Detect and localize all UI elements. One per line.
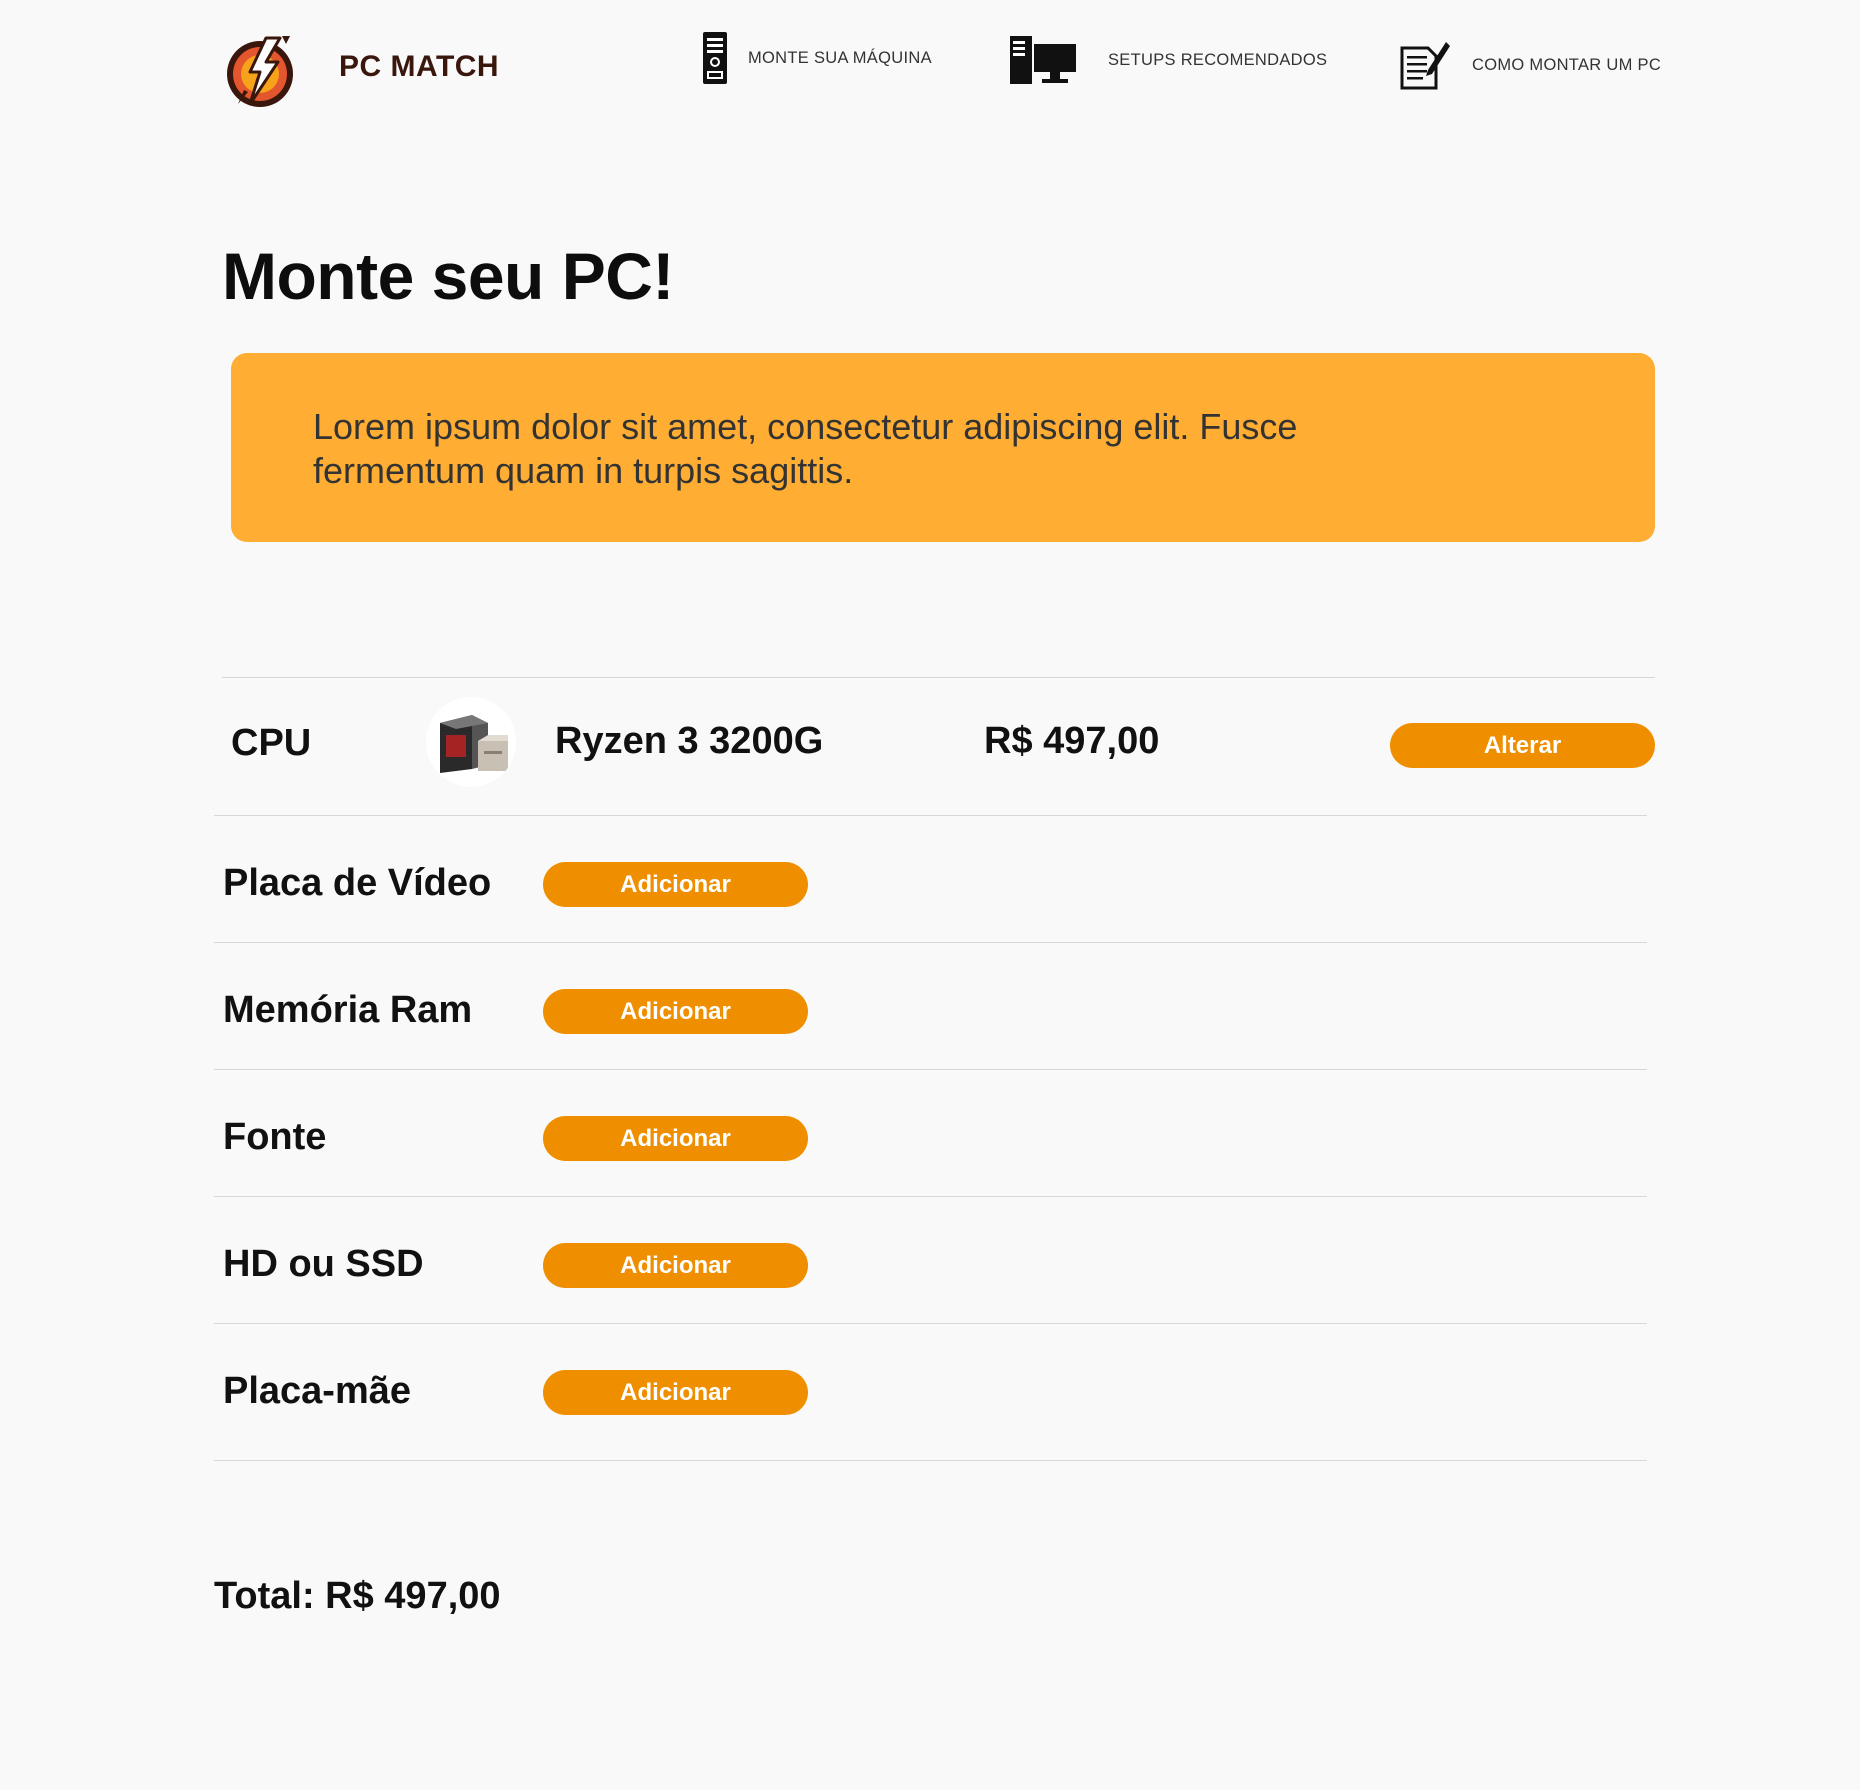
row-divider — [214, 1196, 1647, 1197]
selected-product-name: Ryzen 3 3200G — [555, 720, 824, 762]
row-divider — [214, 1323, 1647, 1324]
component-label-fonte: Fonte — [223, 1116, 327, 1158]
add-placa-de-video-button[interactable]: Adicionar — [543, 862, 808, 907]
brand-name[interactable]: PC MATCH — [339, 50, 499, 84]
component-label-placa-de-video: Placa de Vídeo — [223, 862, 492, 904]
row-divider — [214, 942, 1647, 943]
nav-monte-sua-maquina[interactable]: MONTE SUA MÁQUINA — [700, 30, 932, 86]
row-divider — [214, 1069, 1647, 1070]
row-divider — [214, 815, 1647, 816]
change-cpu-button[interactable]: Alterar — [1390, 723, 1655, 768]
selected-product-price: R$ 497,00 — [984, 720, 1160, 762]
component-label-placa-mae: Placa-mãe — [223, 1370, 412, 1412]
page-title: Monte seu PC! — [222, 239, 674, 313]
row-divider — [214, 1460, 1647, 1461]
add-hd-ou-ssd-button[interactable]: Adicionar — [543, 1243, 808, 1288]
info-banner: Lorem ipsum dolor sit amet, consectetur … — [231, 353, 1655, 542]
product-image — [426, 697, 516, 787]
nav-setups-recomendados[interactable]: SETUPS RECOMENDADOS — [1008, 34, 1327, 86]
component-label-hd-ou-ssd: HD ou SSD — [223, 1243, 424, 1285]
desktop-setup-icon — [1010, 36, 1076, 84]
add-memoria-ram-button[interactable]: Adicionar — [543, 989, 808, 1034]
component-label-memoria-ram: Memória Ram — [223, 989, 473, 1031]
lightning-shield-logo-icon — [227, 36, 293, 107]
nav-label: COMO MONTAR UM PC — [1472, 55, 1662, 74]
brand-logo[interactable] — [220, 32, 300, 112]
add-placa-mae-button[interactable]: Adicionar — [543, 1370, 808, 1415]
pc-tower-icon — [703, 32, 727, 84]
nav-como-montar-um-pc[interactable]: COMO MONTAR UM PC — [1398, 40, 1661, 90]
nav-label: MONTE SUA MÁQUINA — [748, 48, 932, 67]
row-divider — [222, 677, 1655, 678]
total-price: Total: R$ 497,00 — [214, 1575, 501, 1617]
cpu-box-image — [440, 715, 508, 773]
nav-label: SETUPS RECOMENDADOS — [1108, 50, 1328, 69]
banner-text: Lorem ipsum dolor sit amet, consectetur … — [313, 406, 1298, 491]
document-pencil-icon — [1400, 42, 1450, 90]
add-fonte-button[interactable]: Adicionar — [543, 1116, 808, 1161]
component-label-cpu: CPU — [231, 722, 312, 764]
